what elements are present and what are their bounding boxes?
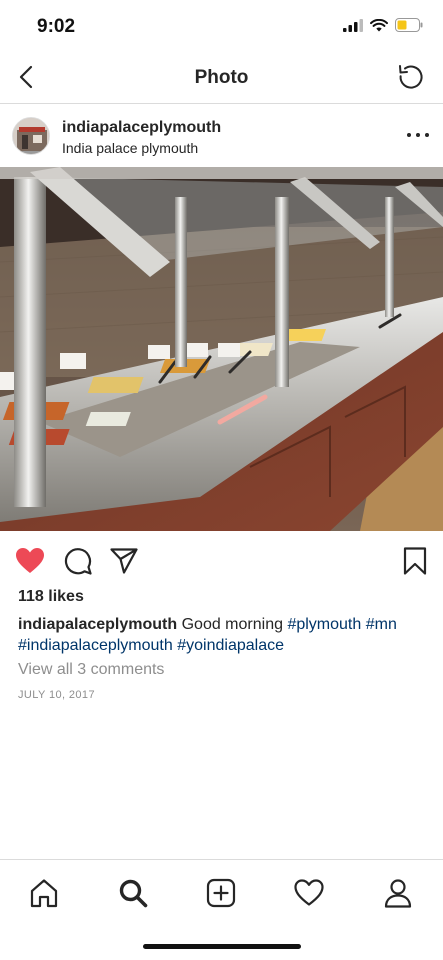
post-location[interactable]: India palace plymouth: [62, 140, 198, 156]
profile-icon: [384, 879, 412, 908]
view-comments-link[interactable]: View all 3 comments: [18, 661, 164, 679]
refresh-button[interactable]: [395, 61, 427, 93]
home-indicator[interactable]: [143, 944, 301, 949]
likes-count[interactable]: 118 likes: [18, 588, 84, 606]
activity-heart-icon: [294, 879, 324, 906]
tab-search[interactable]: [116, 876, 150, 910]
tab-bar: [0, 859, 443, 960]
more-options-icon[interactable]: [407, 129, 429, 141]
hashtag-link[interactable]: #mn: [366, 616, 397, 633]
hashtag-link[interactable]: #indiapalaceplymouth: [18, 637, 173, 654]
battery-icon: [395, 18, 423, 37]
bookmark-icon: [403, 547, 427, 575]
caption-username[interactable]: indiapalaceplymouth: [18, 616, 177, 633]
tab-add-post[interactable]: [204, 876, 238, 910]
hashtag-link[interactable]: #yoindiapalace: [177, 637, 284, 654]
share-icon: [110, 548, 138, 574]
search-icon: [119, 879, 148, 908]
comment-button[interactable]: [62, 545, 94, 577]
post-header: indiapalaceplymouth India palace plymout…: [0, 105, 443, 167]
status-bar: 9:02: [0, 0, 443, 56]
caption-text: Good morning: [181, 616, 283, 633]
post-photo[interactable]: [0, 167, 443, 531]
like-button[interactable]: [14, 545, 46, 577]
avatar[interactable]: [12, 117, 50, 155]
comment-icon: [64, 548, 92, 575]
tab-profile[interactable]: [381, 876, 415, 910]
page-title: Photo: [194, 67, 249, 88]
signal-icon: [343, 18, 363, 37]
post-username[interactable]: indiapalaceplymouth: [62, 119, 221, 137]
buffet-photo: [0, 167, 443, 531]
heart-icon: [16, 548, 44, 573]
tab-home[interactable]: [27, 876, 61, 910]
tab-activity[interactable]: [292, 876, 326, 910]
bookmark-button[interactable]: [399, 545, 431, 577]
add-post-icon: [206, 878, 236, 908]
nav-bar: Photo: [0, 56, 443, 104]
share-button[interactable]: [108, 545, 140, 577]
status-icons: [343, 18, 423, 37]
status-time: 9:02: [37, 16, 76, 37]
post-actions: [0, 541, 443, 581]
hashtag-link[interactable]: #plymouth: [287, 616, 361, 633]
post-caption: indiapalaceplymouth Good morning #plymou…: [18, 614, 428, 656]
refresh-icon: [399, 65, 423, 89]
home-icon: [30, 879, 58, 908]
wifi-icon: [370, 18, 388, 37]
post-date: JULY 10, 2017: [18, 689, 95, 701]
